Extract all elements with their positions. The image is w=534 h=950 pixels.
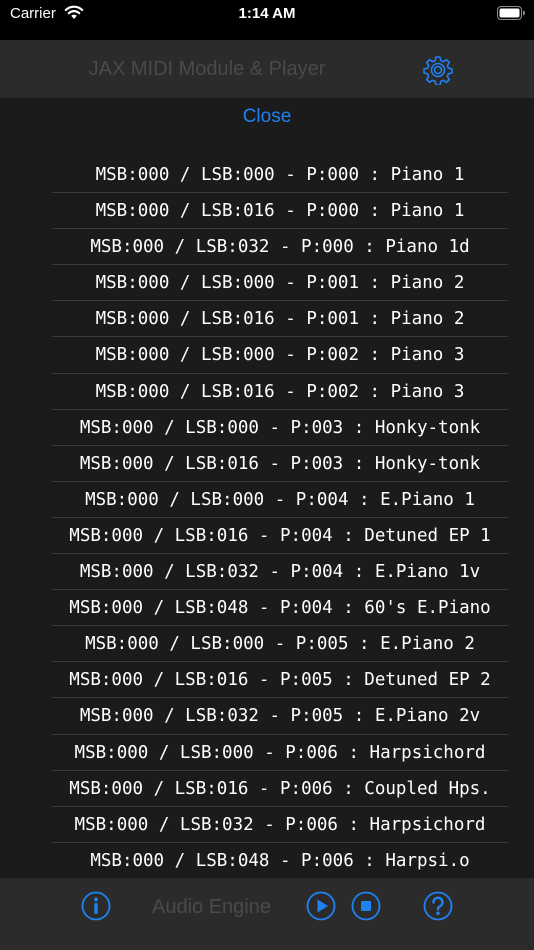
list-item[interactable]: MSB:000 / LSB:048 - P:006 : Harpsi.o xyxy=(52,843,508,878)
battery-icon xyxy=(497,6,525,20)
list-item[interactable]: MSB:000 / LSB:000 - P:001 : Piano 2 xyxy=(52,265,508,302)
list-item[interactable]: MSB:000 / LSB:000 - P:000 : Piano 1 xyxy=(52,157,508,194)
list-item[interactable]: MSB:000 / LSB:000 - P:005 : E.Piano 2 xyxy=(52,626,508,663)
audio-engine-label: Audio Engine xyxy=(152,896,271,918)
close-button[interactable]: Close xyxy=(0,106,534,128)
list-item[interactable]: MSB:000 / LSB:016 - P:003 : Honky-tonk xyxy=(52,446,508,482)
status-bar: Carrier 1:14 AM xyxy=(0,0,534,40)
list-item[interactable]: MSB:000 / LSB:048 - P:004 : 60's E.Piano xyxy=(52,590,508,627)
list-item[interactable]: MSB:000 / LSB:032 - P:000 : Piano 1d xyxy=(52,229,508,266)
info-icon[interactable] xyxy=(81,891,111,921)
list-item[interactable]: MSB:000 / LSB:000 - P:006 : Harpsichord xyxy=(52,735,508,771)
list-item[interactable]: MSB:000 / LSB:032 - P:006 : Harpsichord xyxy=(52,807,508,843)
gear-icon[interactable] xyxy=(423,55,453,85)
list-item[interactable]: MSB:000 / LSB:032 - P:005 : E.Piano 2v xyxy=(52,698,508,735)
list-item[interactable]: MSB:000 / LSB:016 - P:001 : Piano 2 xyxy=(52,301,508,338)
list-item[interactable]: MSB:000 / LSB:000 - P:002 : Piano 3 xyxy=(52,337,508,374)
navigation-bar: JAX MIDI Module & Player xyxy=(0,40,534,98)
program-list: MSB:000 / LSB:000 - P:000 : Piano 1 MSB:… xyxy=(52,157,508,878)
list-item[interactable]: MSB:000 / LSB:032 - P:004 : E.Piano 1v xyxy=(52,554,508,591)
app-title: JAX MIDI Module & Player xyxy=(88,58,326,80)
program-list-sheet: Close MSB:000 / LSB:000 - P:000 : Piano … xyxy=(0,98,534,878)
list-item[interactable]: MSB:000 / LSB:016 - P:006 : Coupled Hps. xyxy=(52,771,508,807)
list-item[interactable]: MSB:000 / LSB:016 - P:005 : Detuned EP 2 xyxy=(52,662,508,699)
list-item[interactable]: MSB:000 / LSB:000 - P:003 : Honky-tonk xyxy=(52,410,508,446)
bottom-toolbar: Audio Engine xyxy=(0,878,534,950)
list-item[interactable]: MSB:000 / LSB:000 - P:004 : E.Piano 1 xyxy=(52,482,508,518)
list-item[interactable]: MSB:000 / LSB:016 - P:002 : Piano 3 xyxy=(52,374,508,410)
stop-icon[interactable] xyxy=(351,891,381,921)
list-item[interactable]: MSB:000 / LSB:016 - P:004 : Detuned EP 1 xyxy=(52,518,508,555)
clock: 1:14 AM xyxy=(238,5,296,22)
help-icon[interactable] xyxy=(423,891,453,921)
list-item[interactable]: MSB:000 / LSB:016 - P:000 : Piano 1 xyxy=(52,193,508,230)
play-icon[interactable] xyxy=(306,891,336,921)
